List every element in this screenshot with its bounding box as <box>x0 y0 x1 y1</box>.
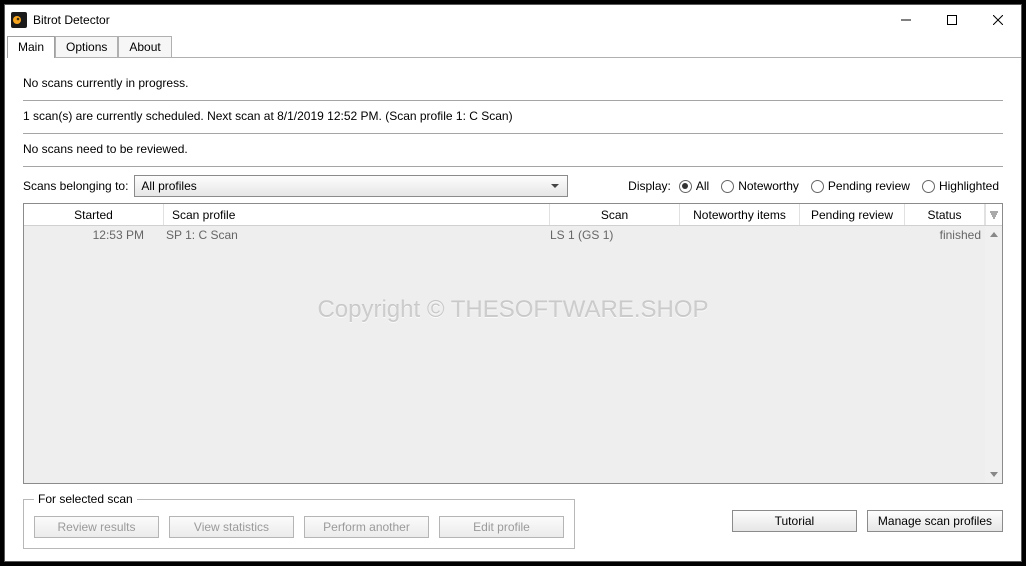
manage-profiles-button[interactable]: Manage scan profiles <box>867 510 1003 532</box>
app-icon <box>11 12 27 28</box>
tab-bar: Main Options About <box>5 35 1021 58</box>
radio-icon <box>679 180 692 193</box>
profile-select-value: All profiles <box>141 179 196 193</box>
radio-icon <box>922 180 935 193</box>
radio-label: Highlighted <box>939 179 999 193</box>
selected-scan-group: For selected scan Review results View st… <box>23 492 575 549</box>
scroll-down-icon[interactable] <box>985 466 1002 483</box>
display-radio-noteworthy[interactable]: Noteworthy <box>721 179 799 193</box>
cell-status: finished <box>905 228 985 242</box>
radio-icon <box>721 180 734 193</box>
divider <box>23 133 1003 134</box>
cell-scan: LS 1 (GS 1) <box>550 228 680 242</box>
scan-table: Started Scan profile Scan Noteworthy ite… <box>23 203 1003 484</box>
col-started[interactable]: Started <box>24 204 164 225</box>
window-controls <box>883 5 1021 35</box>
radio-label: Noteworthy <box>738 179 799 193</box>
vertical-scrollbar[interactable] <box>985 226 1002 483</box>
minimize-button[interactable] <box>883 5 929 35</box>
display-radio-all[interactable]: All <box>679 179 709 193</box>
col-profile[interactable]: Scan profile <box>164 204 550 225</box>
bottom-bar: For selected scan Review results View st… <box>23 492 1003 549</box>
col-status[interactable]: Status <box>905 204 985 225</box>
radio-label: All <box>696 179 709 193</box>
titlebar: Bitrot Detector <box>5 5 1021 35</box>
status-no-review: No scans need to be reviewed. <box>23 138 1003 162</box>
tab-about[interactable]: About <box>118 36 171 57</box>
main-panel: No scans currently in progress. 1 scan(s… <box>5 58 1021 561</box>
review-results-button[interactable]: Review results <box>34 516 159 538</box>
maximize-button[interactable] <box>929 5 975 35</box>
window-title: Bitrot Detector <box>33 13 110 27</box>
col-noteworthy[interactable]: Noteworthy items <box>680 204 800 225</box>
tab-main[interactable]: Main <box>7 36 55 58</box>
radio-label: Pending review <box>828 179 910 193</box>
view-statistics-button[interactable]: View statistics <box>169 516 294 538</box>
status-scheduled: 1 scan(s) are currently scheduled. Next … <box>23 105 1003 129</box>
edit-profile-button[interactable]: Edit profile <box>439 516 564 538</box>
col-pending[interactable]: Pending review <box>800 204 905 225</box>
scroll-track[interactable] <box>985 243 1002 466</box>
display-radio-pending[interactable]: Pending review <box>811 179 910 193</box>
col-scan[interactable]: Scan <box>550 204 680 225</box>
divider <box>23 100 1003 101</box>
radio-icon <box>811 180 824 193</box>
app-window: Bitrot Detector Main Options About No sc… <box>4 4 1022 562</box>
scroll-up-icon[interactable] <box>985 226 1002 243</box>
status-no-scans-progress: No scans currently in progress. <box>23 72 1003 96</box>
table-header: Started Scan profile Scan Noteworthy ite… <box>24 204 1002 226</box>
filter-row: Scans belonging to: All profiles Display… <box>23 171 1003 203</box>
table-row[interactable]: 12:53 PM SP 1: C Scan LS 1 (GS 1) finish… <box>24 226 1002 244</box>
profile-select[interactable]: All profiles <box>134 175 568 197</box>
close-button[interactable] <box>975 5 1021 35</box>
scans-belonging-label: Scans belonging to: <box>23 179 128 193</box>
display-label: Display: <box>628 179 671 193</box>
divider <box>23 166 1003 167</box>
col-sort-icon[interactable] <box>985 204 1002 225</box>
table-body: 12:53 PM SP 1: C Scan LS 1 (GS 1) finish… <box>24 226 1002 483</box>
tutorial-button[interactable]: Tutorial <box>732 510 857 532</box>
cell-started: 12:53 PM <box>24 228 164 242</box>
watermark-text: Copyright © THESOFTWARE.SHOP <box>317 296 708 324</box>
display-radio-highlighted[interactable]: Highlighted <box>922 179 999 193</box>
selected-scan-legend: For selected scan <box>34 492 137 506</box>
cell-profile: SP 1: C Scan <box>164 228 550 242</box>
tab-options[interactable]: Options <box>55 36 118 57</box>
perform-another-button[interactable]: Perform another <box>304 516 429 538</box>
